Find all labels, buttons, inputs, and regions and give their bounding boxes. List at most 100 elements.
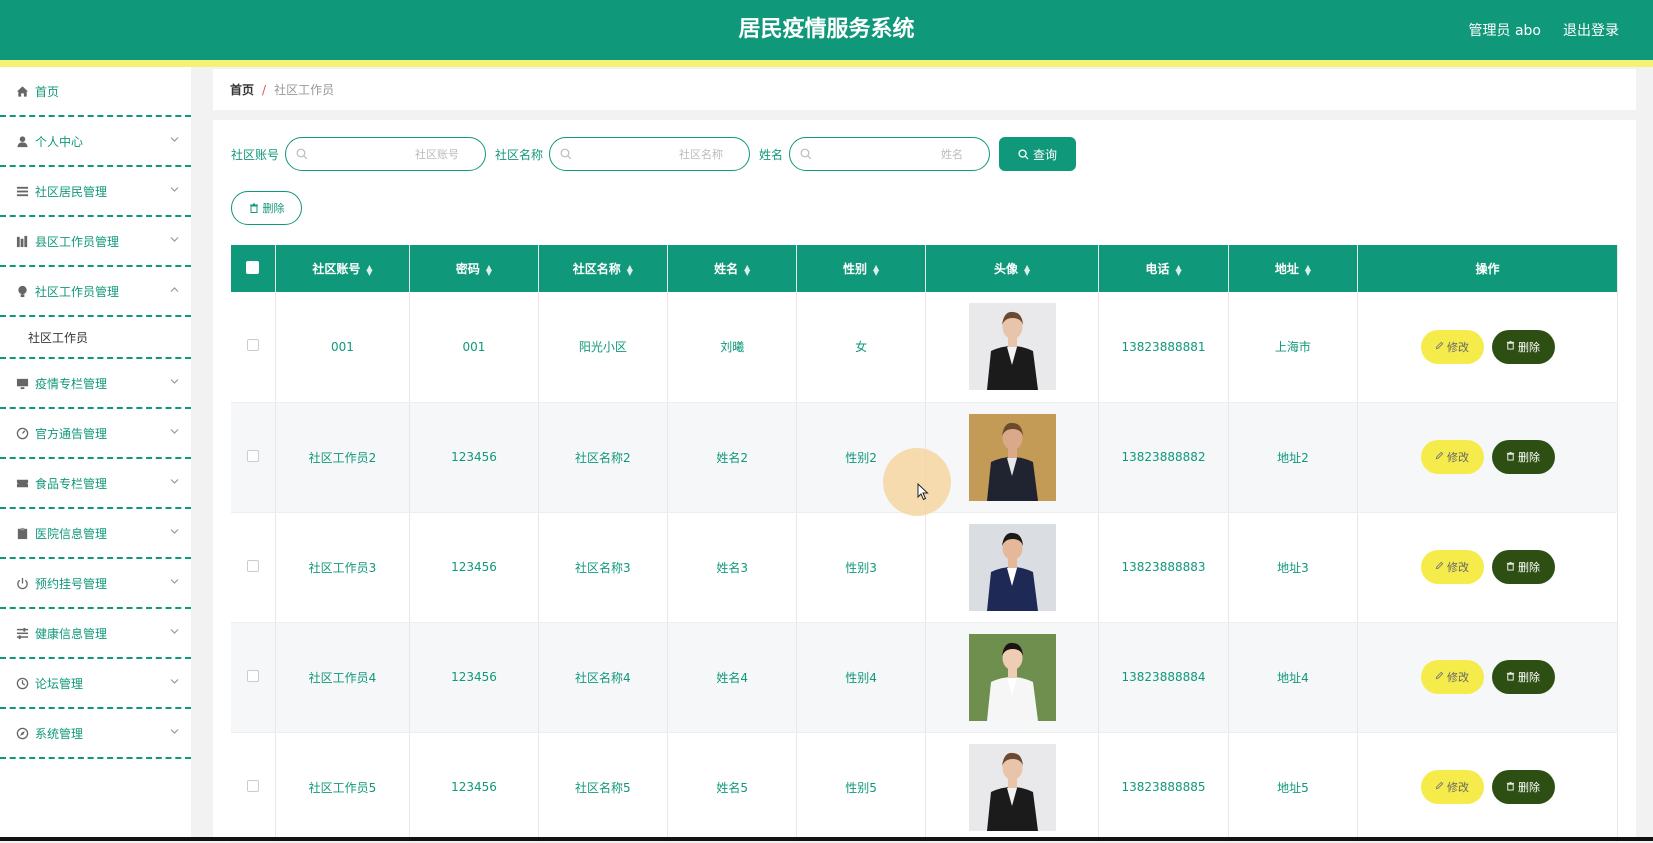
- sidebar-subitem-0[interactable]: 社区工作员: [0, 317, 191, 359]
- cell-community: 社区名称2: [538, 402, 669, 513]
- avatar: [968, 523, 1056, 611]
- cell-avatar: [925, 732, 1100, 843]
- column-header[interactable]: 社区账号 ▲ ▼: [275, 245, 411, 292]
- delete-button[interactable]: 删除: [1491, 329, 1555, 364]
- row-checkbox[interactable]: [246, 669, 259, 682]
- select-all-header: [231, 245, 276, 292]
- batch-delete-button[interactable]: 删除: [231, 191, 302, 225]
- sort-icon: ▲ ▼: [744, 262, 751, 277]
- chevron-down-icon: [170, 628, 179, 638]
- row-checkbox[interactable]: [246, 779, 259, 792]
- cell-account: 社区工作员4: [275, 622, 411, 733]
- breadcrumb-home[interactable]: 首页: [230, 81, 254, 98]
- delete-button-label: 删除: [1518, 672, 1541, 684]
- monitor-icon: [15, 376, 29, 390]
- edit-button[interactable]: 修改: [1420, 440, 1484, 474]
- edit-button[interactable]: 修改: [1420, 770, 1484, 804]
- pencil-icon: [1435, 451, 1444, 463]
- sidebar-item-label: 个人中心: [35, 134, 84, 149]
- edit-button-label: 修改: [1447, 341, 1470, 354]
- sidebar-item-7[interactable]: 食品专栏管理: [0, 459, 191, 509]
- pencil-icon: [1435, 781, 1444, 793]
- breadcrumb-separator: /: [262, 82, 267, 97]
- cell-password: 123456: [409, 622, 539, 733]
- current-user[interactable]: 管理员 abo: [1469, 20, 1541, 40]
- edit-button[interactable]: 修改: [1420, 660, 1484, 694]
- chevron-down-icon: [170, 528, 179, 538]
- query-button-label: 查询: [1033, 147, 1058, 162]
- delete-button[interactable]: 删除: [1491, 440, 1555, 474]
- sidebar-item-3[interactable]: 县区工作员管理: [0, 217, 191, 267]
- sort-icon: ▲ ▼: [366, 262, 373, 277]
- header-accent-stripe: [0, 60, 1653, 67]
- row-checkbox[interactable]: [246, 449, 259, 462]
- cell-actions: 修改 删除: [1357, 402, 1618, 513]
- column-header[interactable]: 姓名 ▲ ▼: [667, 245, 798, 292]
- cell-gender: 女: [796, 292, 926, 403]
- delete-button[interactable]: 删除: [1491, 550, 1555, 584]
- sidebar-item-1[interactable]: 个人中心: [0, 117, 191, 167]
- row-checkbox[interactable]: [246, 339, 259, 352]
- cell-account: 001: [275, 292, 411, 403]
- chevron-down-icon: [170, 136, 179, 146]
- logout-link[interactable]: 退出登录: [1563, 20, 1619, 40]
- table-row: 社区工作员5 123456 社区名称5 姓名5 性别5 13823888885 地址5 修改 删…: [231, 732, 1618, 843]
- column-header[interactable]: 密码 ▲ ▼: [409, 245, 539, 292]
- sort-icon: ▲ ▼: [1304, 262, 1311, 277]
- sidebar-item-10[interactable]: 健康信息管理: [0, 609, 191, 659]
- sidebar-menu: 首页个人中心社区居民管理县区工作员管理社区工作员管理 社区工作员 疫情专栏管理官方通…: [0, 67, 191, 841]
- cell-account: 社区工作员2: [275, 402, 411, 513]
- cell-address: 地址2: [1228, 402, 1359, 513]
- delete-button[interactable]: 删除: [1491, 770, 1555, 804]
- sidebar-item-4[interactable]: 社区工作员管理: [0, 267, 191, 317]
- sort-icon: ▲ ▼: [873, 262, 880, 277]
- sort-icon: ▲ ▼: [626, 262, 633, 277]
- row-checkbox[interactable]: [246, 559, 259, 572]
- community-search-input[interactable]: [550, 138, 750, 170]
- name-search-input[interactable]: [790, 138, 990, 170]
- column-header[interactable]: 电话 ▲ ▼: [1098, 245, 1229, 292]
- table-row: 社区工作员3 123456 社区名称3 姓名3 性别3 13823888883 地址3 修改 删…: [231, 512, 1618, 623]
- pencil-icon: [1435, 341, 1444, 353]
- row-select-cell: [231, 622, 276, 733]
- bulb-icon: [15, 284, 29, 298]
- query-button[interactable]: 查询: [999, 137, 1077, 171]
- column-header[interactable]: 性别 ▲ ▼: [796, 245, 926, 292]
- trash-icon: [1506, 781, 1515, 794]
- sidebar-item-9[interactable]: 预约挂号管理: [0, 559, 191, 609]
- cell-password: 123456: [409, 402, 539, 513]
- cell-account: 社区工作员3: [275, 512, 411, 623]
- gauge-icon: [15, 426, 29, 440]
- sidebar-item-12[interactable]: 系统管理: [0, 709, 191, 759]
- edit-button[interactable]: 修改: [1420, 550, 1484, 584]
- compass-icon: [15, 726, 29, 740]
- sidebar-item-6[interactable]: 官方通告管理: [0, 409, 191, 459]
- community-search-box: [549, 137, 751, 171]
- community-label: 社区名称: [495, 147, 544, 162]
- account-search-box: [285, 137, 487, 171]
- sidebar-item-5[interactable]: 疫情专栏管理: [0, 359, 191, 409]
- user-icon: [15, 134, 29, 148]
- sidebar-item-label: 官方通告管理: [35, 426, 108, 441]
- pencil-icon: [1435, 561, 1444, 573]
- sidebar-item-label: 论坛管理: [35, 676, 84, 691]
- chevron-down-icon: [170, 478, 179, 488]
- account-search-input[interactable]: [286, 138, 486, 170]
- edit-button[interactable]: 修改: [1420, 329, 1484, 364]
- chevron-down-icon: [170, 728, 179, 738]
- delete-button[interactable]: 删除: [1491, 660, 1555, 694]
- column-header-actions: 操作: [1357, 245, 1618, 292]
- sidebar-item-11[interactable]: 论坛管理: [0, 659, 191, 709]
- avatar: [968, 303, 1056, 391]
- sidebar-item-8[interactable]: 医院信息管理: [0, 509, 191, 559]
- column-header[interactable]: 地址 ▲ ▼: [1228, 245, 1359, 292]
- column-header[interactable]: 社区名称 ▲ ▼: [538, 245, 669, 292]
- sidebar-item-2[interactable]: 社区居民管理: [0, 167, 191, 217]
- select-all-checkbox[interactable]: [246, 260, 260, 274]
- home-icon: [15, 84, 29, 98]
- pencil-icon: [1435, 671, 1444, 683]
- sidebar-item-label: 县区工作员管理: [35, 234, 120, 249]
- sidebar-item-0[interactable]: 首页: [0, 67, 191, 117]
- cell-phone: 13823888884: [1098, 622, 1229, 733]
- column-header[interactable]: 头像 ▲ ▼: [925, 245, 1100, 292]
